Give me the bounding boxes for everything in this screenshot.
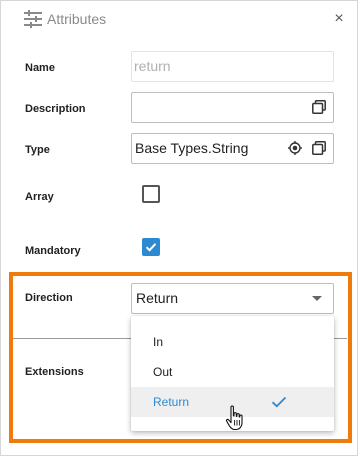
name-label: Name <box>25 62 55 74</box>
checkmark-icon <box>145 243 157 252</box>
mandatory-checkbox[interactable] <box>142 238 160 256</box>
sliders-icon <box>24 10 42 28</box>
option-label: Return <box>153 395 190 409</box>
option-label: In <box>153 335 164 349</box>
copy-icon[interactable] <box>312 100 326 114</box>
type-value: Base Types.String <box>135 140 249 156</box>
hand-cursor-icon <box>225 405 243 431</box>
direction-value: Return <box>136 290 179 306</box>
close-button[interactable]: × <box>331 11 347 27</box>
locate-icon[interactable] <box>288 141 302 155</box>
extensions-label: Extensions <box>25 366 84 378</box>
type-label: Type <box>25 144 50 156</box>
direction-label: Direction <box>25 292 73 304</box>
copy-icon[interactable] <box>312 141 326 155</box>
check-icon <box>271 396 287 408</box>
array-checkbox[interactable] <box>142 185 160 203</box>
panel-title: Attributes <box>47 11 107 27</box>
option-in[interactable]: In <box>131 327 334 357</box>
name-field[interactable]: return <box>131 51 334 82</box>
option-label: Out <box>153 365 173 379</box>
description-field[interactable] <box>131 92 334 123</box>
array-label: Array <box>25 191 54 203</box>
description-label: Description <box>25 103 86 115</box>
mandatory-label: Mandatory <box>25 245 81 257</box>
chevron-down-icon <box>312 296 322 301</box>
attributes-panel: Attributes × Name return Description Typ… <box>0 0 358 456</box>
type-field[interactable]: Base Types.String <box>131 133 334 164</box>
direction-select[interactable]: Return <box>131 283 334 314</box>
option-out[interactable]: Out <box>131 357 334 387</box>
panel-header: Attributes × <box>1 1 357 39</box>
